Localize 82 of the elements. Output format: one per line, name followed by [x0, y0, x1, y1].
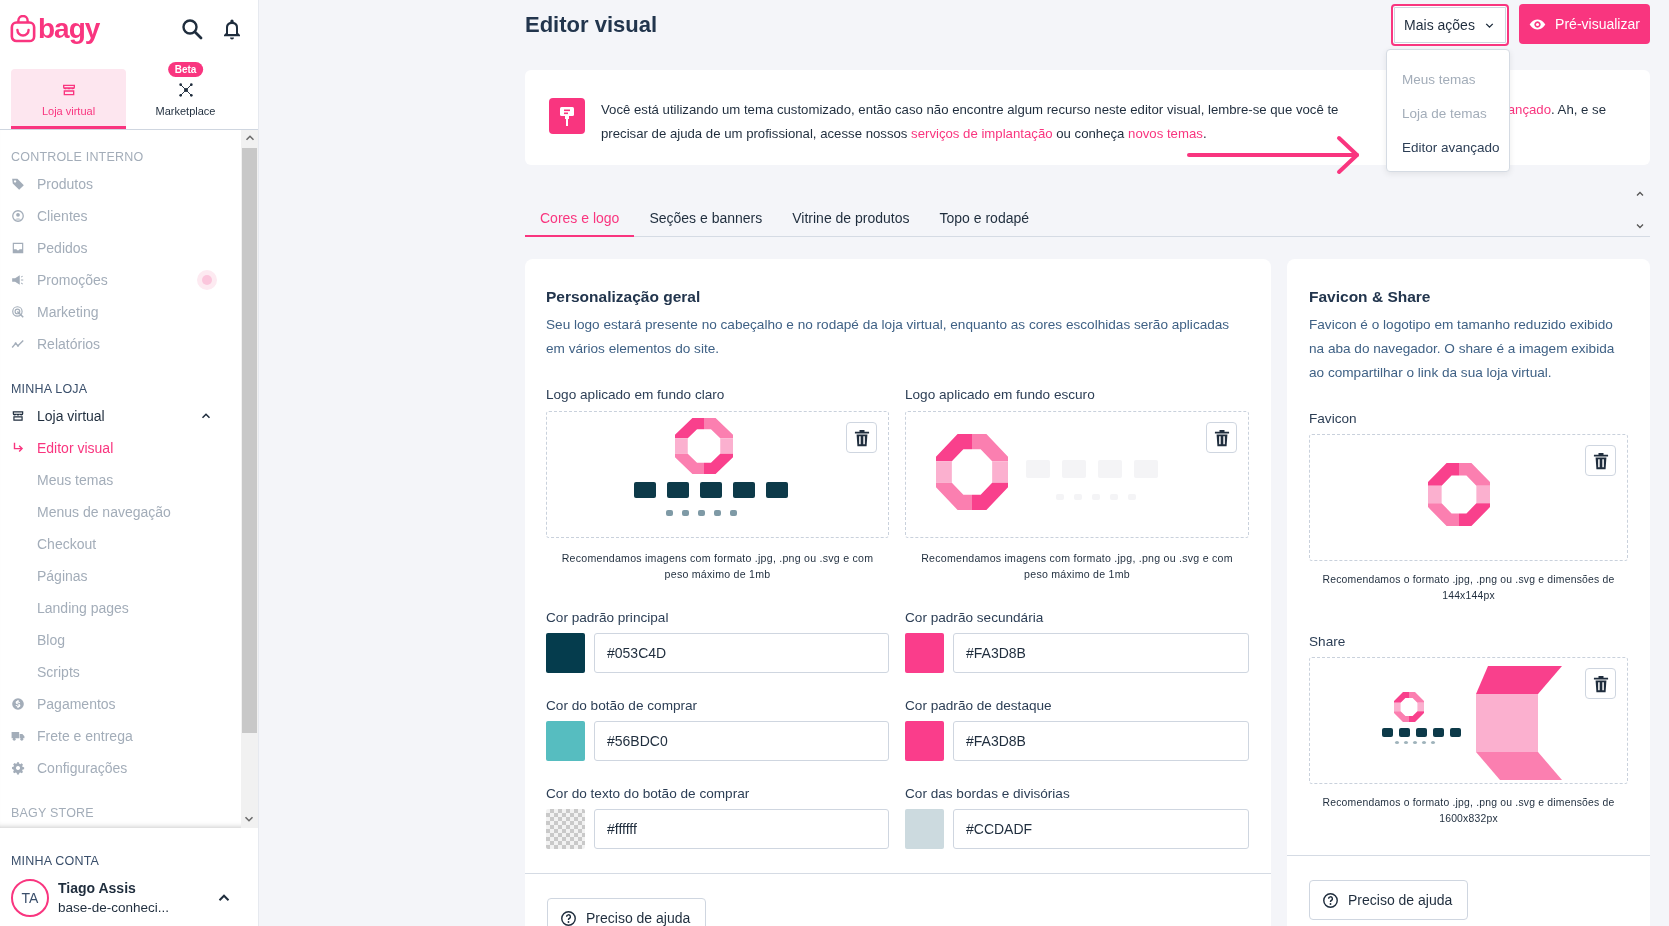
- field-label: Favicon: [1309, 410, 1358, 428]
- help-icon: [1322, 891, 1339, 909]
- nav-item[interactable]: Editor visual: [11, 432, 217, 464]
- field-label: Logo aplicado em fundo escuro: [905, 386, 1096, 404]
- image-upload-area[interactable]: [546, 411, 889, 538]
- section-title: BAGY STORE: [11, 805, 95, 822]
- card-title: Favicon & Share: [1309, 287, 1432, 307]
- help-button[interactable]: Preciso de ajuda: [547, 898, 707, 926]
- preview-button[interactable]: Pré-visualizar: [1519, 4, 1650, 44]
- card-title: Personalização geral: [546, 287, 702, 307]
- section-title: CONTROLE INTERNO: [11, 149, 145, 166]
- color-field[interactable]: #FA3D8B: [953, 633, 1249, 673]
- field-label: Logo aplicado em fundo claro: [546, 386, 726, 404]
- target-icon: [11, 305, 25, 319]
- field-label: Cor padrão principal: [546, 609, 670, 627]
- nav-item[interactable]: Loja virtual: [11, 400, 217, 432]
- network-icon: [177, 81, 194, 98]
- field-label: Cor padrão secundária: [905, 609, 1045, 627]
- color-field[interactable]: #FA3D8B: [953, 721, 1249, 761]
- delete-button[interactable]: [1585, 668, 1616, 699]
- color-field[interactable]: #053C4D: [594, 633, 889, 673]
- truck-icon: [11, 729, 25, 743]
- field-label: Share: [1309, 633, 1347, 651]
- menu-item[interactable]: Editor avançado: [1387, 131, 1509, 165]
- hint-text: Recomendamos o formato .jpg, .png ou .svg e dimensões de 144x144px: [1321, 573, 1616, 603]
- chart-line-icon: [11, 337, 25, 351]
- search-button[interactable]: [180, 17, 204, 41]
- scroll-thumb[interactable]: [242, 148, 257, 733]
- delete-button[interactable]: [1585, 445, 1616, 476]
- color-swatch[interactable]: [905, 809, 944, 849]
- tag-icon: [11, 177, 25, 191]
- sidebar-tab[interactable]: Loja virtual: [11, 69, 126, 129]
- field-label: Cor do texto do botão de comprar: [546, 785, 751, 803]
- bag-icon: [10, 15, 36, 43]
- gear-icon: [11, 761, 25, 775]
- color-swatch[interactable]: [546, 809, 585, 849]
- card-description: Seu logo estará presente no cabeçalho e no rodapé da loja virtual, enquanto as cores escolhidas serão aplicadas em vários elementos do site.: [546, 316, 1231, 358]
- notice-text: ançado. Ah, e se: [1507, 101, 1606, 119]
- tab[interactable]: Seções e banners: [634, 200, 778, 237]
- brand-logo: bagy: [38, 14, 100, 44]
- avatar: TA: [11, 879, 49, 917]
- color-swatch[interactable]: [546, 721, 585, 761]
- color-field[interactable]: #CCDADF: [953, 809, 1249, 849]
- hint-text: Recomendamos imagens com formato .jpg, .png ou .svg e com peso máximo de 1mb: [560, 551, 875, 582]
- search-icon: [180, 17, 204, 41]
- tab[interactable]: Topo e rodapé: [924, 200, 1045, 237]
- hint-text: Recomendamos o formato .jpg, .png ou .svg e dimensões de 1600x832px: [1321, 796, 1616, 826]
- field-label: Cor das bordas e divisórias: [905, 785, 1071, 803]
- delete-button[interactable]: [846, 422, 877, 453]
- text-link[interactable]: novos temas: [1128, 126, 1203, 141]
- color-field[interactable]: #56BDC0: [594, 721, 889, 761]
- color-swatch[interactable]: [905, 721, 944, 761]
- color-swatch[interactable]: [546, 633, 585, 673]
- color-field[interactable]: #ffffff: [594, 809, 889, 849]
- megaphone-icon: [11, 273, 25, 287]
- color-swatch[interactable]: [905, 633, 944, 673]
- paint-roller-icon: [549, 98, 585, 134]
- field-label: Cor do botão de comprar: [546, 697, 699, 715]
- scrollbar[interactable]: [241, 130, 258, 828]
- notice-text: Você está utilizando um tema customizado, então caso não encontre algum recurso neste editor visual, lembre-se que você te: [601, 101, 1339, 119]
- field-label: Cor padrão de destaque: [905, 697, 1053, 715]
- notice-text: precisar de ajuda de um profissional, acesse nossos serviços de implantação ou conheça novos temas.: [601, 125, 1207, 143]
- help-button[interactable]: Preciso de ajuda: [1309, 880, 1469, 920]
- text-link[interactable]: serviços de implantação: [911, 126, 1053, 141]
- user-icon: [11, 209, 25, 223]
- tab[interactable]: Cores e logo: [525, 200, 635, 237]
- page-title: Editor visual: [525, 12, 658, 38]
- help-icon: [560, 909, 577, 926]
- card-description: Favicon é o logotipo em tamanho reduzido exibido na aba do navegador. O share é a imagem exibida ao compartilhar o link da sua loja virtual.: [1309, 316, 1616, 382]
- store-name: base-de-conheci...: [58, 899, 171, 917]
- beta-badge: Beta: [167, 62, 204, 77]
- section-title: MINHA CONTA: [11, 853, 101, 870]
- hint-text: Recomendamos imagens com formato .jpg, .png ou .svg e com peso máximo de 1mb: [920, 551, 1234, 582]
- section-title: MINHA LOJA: [11, 381, 89, 398]
- inbox-icon: [11, 241, 25, 255]
- text-link[interactable]: ançado: [1507, 102, 1551, 117]
- user-name: Tiago Assis: [58, 879, 137, 898]
- tab[interactable]: Vitrine de produtos: [777, 200, 925, 237]
- dollar-icon: [11, 697, 25, 711]
- delete-button[interactable]: [1206, 422, 1237, 453]
- return-arrow-icon: [11, 441, 25, 455]
- more-actions-button[interactable]: Mais ações: [1391, 4, 1509, 46]
